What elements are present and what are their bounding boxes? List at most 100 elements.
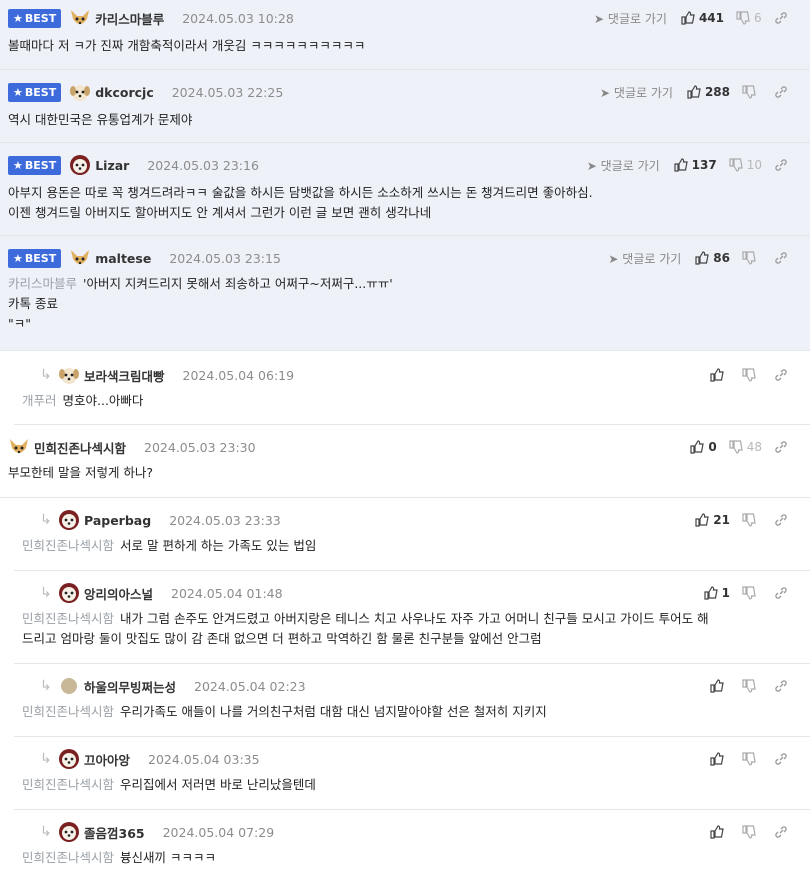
thumbs-down-icon[interactable] xyxy=(742,679,756,693)
comment-date: 2024.05.04 07:29 xyxy=(162,824,275,840)
reply-target[interactable]: 민희진존나섹시함 xyxy=(22,611,114,626)
thumbs-down-icon[interactable] xyxy=(729,158,743,172)
comment-date: 2024.05.03 23:15 xyxy=(169,250,281,266)
thumbs-up-icon[interactable] xyxy=(695,251,710,265)
reply-arrow-icon: ↳ xyxy=(40,751,52,767)
thumbs-down-icon[interactable] xyxy=(742,368,756,382)
thumbs-up-icon[interactable] xyxy=(681,11,695,25)
comment-text: 부모한테 말을 저렇게 하나? xyxy=(8,465,154,480)
like-count: 137 xyxy=(691,158,717,172)
link-icon[interactable] xyxy=(774,752,788,766)
reply-target[interactable]: 민희진존나섹시함 xyxy=(22,777,114,792)
author-nickname[interactable]: Lizar xyxy=(95,158,129,173)
like-count: 1 xyxy=(721,586,730,600)
comment-date: 2024.05.03 22:25 xyxy=(171,84,284,100)
link-icon[interactable] xyxy=(774,11,788,25)
link-icon[interactable] xyxy=(774,251,788,265)
thumbs-up-icon[interactable] xyxy=(710,679,724,693)
reply-to-comment-link[interactable]: ➤ 댓글로 가기 xyxy=(608,250,681,267)
maltese-avatar-icon xyxy=(59,822,79,842)
author-nickname[interactable]: Paperbag xyxy=(84,513,151,528)
thumbs-up-icon[interactable] xyxy=(674,158,688,172)
thumbs-up-icon[interactable] xyxy=(695,513,710,527)
reply-to-comment-link[interactable]: ➤ 댓글로 가기 xyxy=(594,10,667,27)
thumbs-up-icon[interactable] xyxy=(704,586,718,600)
author-nickname[interactable]: 앙리의아스널 xyxy=(84,584,153,603)
author-nickname[interactable]: 보라색크림대빵 xyxy=(84,366,165,385)
link-icon[interactable] xyxy=(774,513,788,527)
maltese-avatar-icon xyxy=(70,155,91,175)
comment-text: 볼때마다 저 ㅋ가 진짜 개함축적이라서 개웃김 ㅋㅋㅋㅋㅋㅋㅋㅋㅋㅋ xyxy=(8,38,366,53)
best-badge: ★ BEST xyxy=(8,248,62,268)
author-nickname[interactable]: 졸음껌365 xyxy=(84,823,145,842)
link-icon[interactable] xyxy=(774,368,788,382)
dislike-count: 48 xyxy=(746,440,762,454)
thumbs-down-icon[interactable] xyxy=(742,825,756,839)
link-icon[interactable] xyxy=(774,825,788,839)
like-count: 86 xyxy=(713,251,730,265)
reply-arrow-icon: ↳ xyxy=(40,585,52,601)
reply-target[interactable]: 민희진존나섹시함 xyxy=(22,850,114,865)
best-comment: ★ BEST 카리스마블루 2024.05.03 10:28 ➤ 댓글로 가기 4… xyxy=(0,0,810,70)
thumbs-up-icon[interactable] xyxy=(710,825,724,839)
thumbs-down-icon[interactable] xyxy=(736,11,750,25)
reply-arrow-icon: ↳ xyxy=(40,824,52,840)
link-icon[interactable] xyxy=(774,158,788,172)
maltese-avatar-icon xyxy=(59,749,79,769)
comment-text: 아부지 용돈은 따로 꼭 챙겨드려라ㅋㅋ 술값을 하시든 담뱃값을 하시든 소소… xyxy=(8,185,593,200)
comment-text: '아버지 지켜드리지 못해서 죄송하고 어쩌구~저쩌구...ㅠㅠ' xyxy=(83,276,393,291)
comment-date: 2024.05.03 23:30 xyxy=(144,439,256,455)
best-comment: ★ BEST Lizar 2024.05.03 23:16 ➤ 댓글로 가기 13… xyxy=(0,143,810,236)
reply-comment: ↳ 보라색크림대빵 2024.05.04 06:19 개푸러 명호야...아빠다 xyxy=(14,351,810,425)
reply-to-comment-link[interactable]: ➤ 댓글로 가기 xyxy=(600,84,673,101)
comment-text: 드리고 엄마랑 둘이 맛집도 많이 감 존대 없으면 더 편하고 막역하긴 함 … xyxy=(22,631,542,646)
author-nickname[interactable]: 끄아아앙 xyxy=(84,750,130,769)
reply-target[interactable]: 카리스마블루 xyxy=(8,276,77,291)
thumbs-down-icon[interactable] xyxy=(742,586,756,600)
link-icon[interactable] xyxy=(774,440,788,454)
comment-date: 2024.05.03 23:33 xyxy=(169,512,281,528)
reply-target[interactable]: 개푸러 xyxy=(22,393,57,408)
link-icon[interactable] xyxy=(774,586,788,600)
comment-text: 내가 그럼 손주도 안겨드렸고 아버지랑은 테니스 치고 사우나도 자주 가고 … xyxy=(120,611,709,626)
thumbs-down-icon[interactable] xyxy=(742,752,756,766)
reply-arrow-icon: ↳ xyxy=(40,678,52,694)
reply-target[interactable]: 민희진존나섹시함 xyxy=(22,538,114,553)
author-nickname[interactable]: 민희진존나섹시함 xyxy=(34,438,126,457)
like-count: 441 xyxy=(698,11,724,25)
comment-date: 2024.05.04 01:48 xyxy=(171,585,283,601)
link-icon[interactable] xyxy=(774,85,788,99)
maltese-avatar-icon xyxy=(59,583,79,603)
thumbs-up-icon[interactable] xyxy=(690,440,705,454)
like-count: 288 xyxy=(704,85,730,99)
like-count: 21 xyxy=(713,513,730,527)
thumbs-down-icon[interactable] xyxy=(742,513,756,527)
comment-list: ★ BEST 카리스마블루 2024.05.03 10:28 ➤ 댓글로 가기 4… xyxy=(0,0,810,883)
reply-target[interactable]: 민희진존나섹시함 xyxy=(22,704,114,719)
reply-to-comment-link[interactable]: ➤ 댓글로 가기 xyxy=(587,157,660,174)
puppy-avatar-icon xyxy=(70,85,91,101)
thumbs-down-icon[interactable] xyxy=(742,85,756,99)
comment-text: 이젠 챙겨드릴 아버지도 할아버지도 안 계셔서 그런가 이런 글 보면 괜히 … xyxy=(8,205,432,220)
reply-arrow-icon: ↳ xyxy=(40,512,52,528)
author-nickname[interactable]: maltese xyxy=(95,251,151,266)
author-nickname[interactable]: 카리스마블루 xyxy=(95,9,164,28)
thumbs-up-icon[interactable] xyxy=(710,368,724,382)
reply-comment: ↳ 끄아아앙 2024.05.04 03:35 민희진존나섹시함 우리집에서 저러… xyxy=(14,737,810,810)
thumbs-down-icon[interactable] xyxy=(729,440,743,454)
author-nickname[interactable]: dkcorcjc xyxy=(95,85,154,100)
thumbs-down-icon[interactable] xyxy=(742,251,756,265)
comment-text: 우리집에서 저러면 바로 난리났을텐데 xyxy=(120,777,316,792)
reply-comment: ↳ 앙리의아스널 2024.05.04 01:48 1 민희진존나섹시함 내가 그… xyxy=(14,571,810,664)
thumbs-up-icon[interactable] xyxy=(687,85,701,99)
link-icon[interactable] xyxy=(774,679,788,693)
author-nickname[interactable]: 하울의무빙쩌는성 xyxy=(84,677,176,696)
best-comment: ★ BEST dkcorcjc 2024.05.03 22:25 ➤ 댓글로 가기… xyxy=(0,70,810,143)
comment-date: 2024.05.04 02:23 xyxy=(194,678,306,694)
reply-arrow-icon: ↳ xyxy=(40,367,52,383)
comment-text: "ㅋ" xyxy=(8,316,31,331)
comment-date: 2024.05.04 03:35 xyxy=(148,751,260,767)
thumbs-up-icon[interactable] xyxy=(710,752,724,766)
comment-text: 븅신새끼 ㅋㅋㅋㅋ xyxy=(120,850,216,865)
comment-text: 카톡 종료 xyxy=(8,296,58,311)
